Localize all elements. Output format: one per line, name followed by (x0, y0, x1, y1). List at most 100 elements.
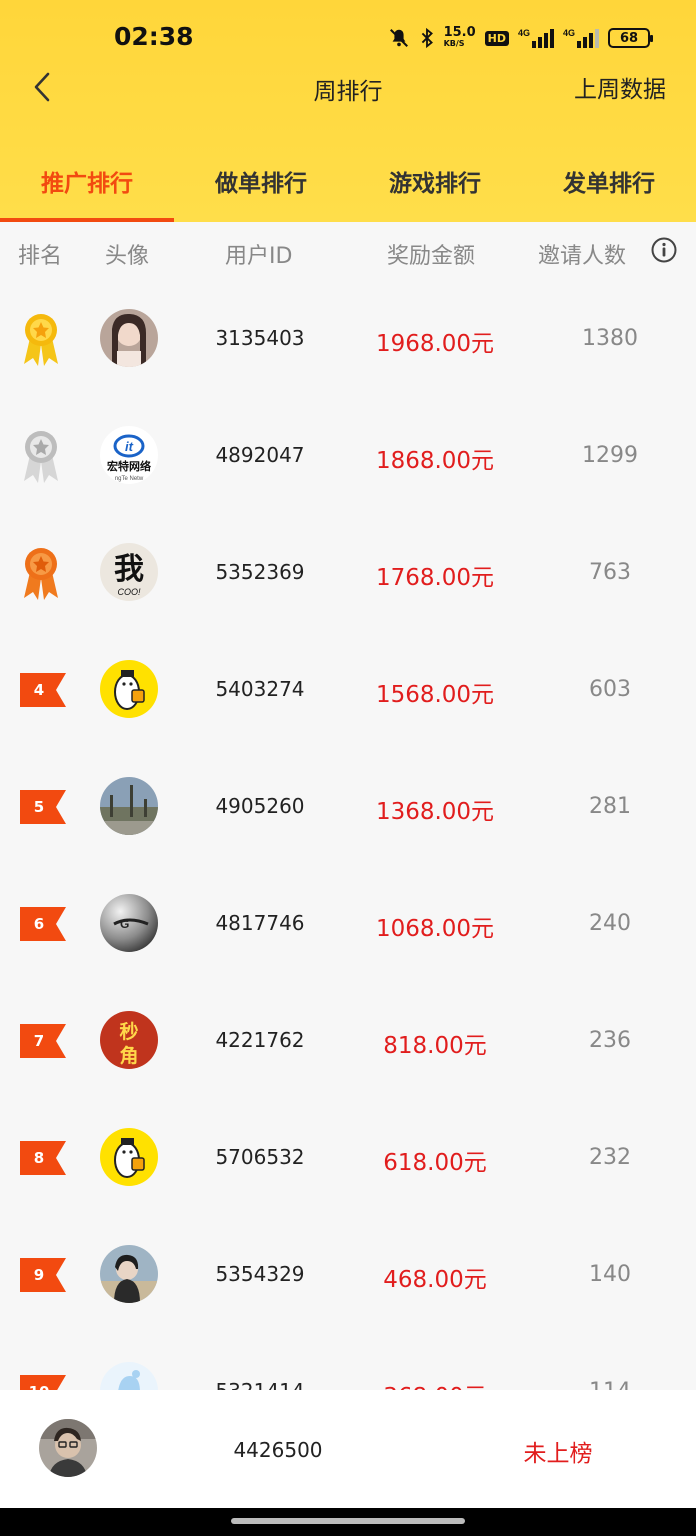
reward-amount: 618.00元 (383, 1150, 487, 1176)
tab-promotion-ranking[interactable]: 推广排行 (0, 140, 174, 222)
status-time: 02:38 (114, 22, 194, 51)
invite-count: 281 (589, 794, 631, 819)
rank-number: 4 (33, 681, 45, 699)
user-id: 4905260 (215, 794, 305, 818)
my-avatar[interactable] (39, 1419, 97, 1477)
nav-bar: 周排行 上周数据 (0, 60, 696, 116)
reward-amount: 818.00元 (383, 1033, 487, 1059)
svg-text:G: G (120, 917, 129, 931)
bluetooth-icon (419, 27, 435, 49)
home-gesture-handle[interactable] (231, 1518, 465, 1524)
svg-text:4G: 4G (518, 28, 530, 38)
last-week-data-link[interactable]: 上周数据 (574, 70, 666, 104)
rank-number: 6 (33, 915, 45, 933)
my-rank-bar: 4426500 未上榜 (0, 1390, 696, 1508)
ranking-row[interactable]: 4 5403274 1568.00元 603 (0, 631, 696, 747)
net-speed-value: 15.0 (443, 25, 476, 40)
avatar[interactable] (100, 660, 158, 718)
column-invites: 邀请人数 (538, 244, 627, 269)
net-speed: 15.0 KB/S (443, 25, 476, 49)
ranking-row[interactable]: 10 5321414 368.00元 114 (0, 1333, 696, 1390)
column-reward: 奖励金额 (387, 244, 476, 269)
tab-publish-ranking[interactable]: 发单排行 (522, 140, 696, 222)
invite-count: 236 (589, 1028, 631, 1053)
ranking-row[interactable]: 我 COO! 5352369 1768.00元 763 (0, 514, 696, 630)
status-icons: 15.0 KB/S HD 4G 4G 68 (388, 24, 653, 52)
user-id: 5321414 (190, 1379, 330, 1390)
column-header: 排名 头像 用户ID 奖励金额 邀请人数 (0, 222, 696, 280)
signal-icon-2: 4G (563, 27, 599, 49)
svg-text:秒: 秒 (119, 1020, 138, 1043)
hd-badge: HD (484, 30, 509, 46)
reward-amount: 368.00元 (350, 1377, 520, 1390)
silver-medal-icon (18, 425, 64, 485)
tab-game-ranking[interactable]: 游戏排行 (348, 140, 522, 222)
invite-count: 1299 (582, 443, 638, 468)
svg-text:it: it (125, 439, 134, 454)
ranking-list[interactable]: 3135403 1968.00元 1380 it 宏特网络 ngTe Netw 48… (0, 280, 696, 1390)
avatar[interactable]: it 宏特网络 ngTe Netw (100, 426, 158, 484)
reward-amount: 1768.00元 (375, 565, 495, 591)
user-id: 4221762 (215, 1028, 305, 1052)
ranking-row[interactable]: 5 4905260 1368.00元 281 (0, 748, 696, 864)
user-id: 3135403 (215, 326, 305, 350)
avatar[interactable] (100, 777, 158, 835)
svg-text:角: 角 (119, 1044, 138, 1067)
reward-amount: 1068.00元 (375, 916, 495, 942)
avatar[interactable]: 我 COO! (100, 543, 158, 601)
info-icon[interactable] (651, 237, 677, 263)
rank-number: 7 (33, 1032, 45, 1050)
ranking-row[interactable]: 7 秒角 4221762 818.00元 236 (0, 982, 696, 1098)
column-avatar: 头像 (105, 244, 150, 269)
my-rank-status: 未上榜 (523, 1441, 593, 1467)
ranking-row[interactable]: 8 5706532 618.00元 232 (0, 1099, 696, 1215)
svg-text:我: 我 (114, 552, 144, 587)
ranking-row[interactable]: 9 5354329 468.00元 140 (0, 1216, 696, 1332)
ranking-row[interactable]: 6 G 4817746 1068.00元 240 (0, 865, 696, 981)
net-speed-unit: KB/S (443, 39, 465, 48)
reward-amount: 468.00元 (383, 1267, 487, 1293)
reward-amount: 1568.00元 (375, 682, 495, 708)
reward-amount: 1968.00元 (375, 331, 495, 357)
invite-count: 114 (560, 1379, 660, 1390)
user-id: 5352369 (215, 560, 305, 584)
svg-text:4G: 4G (563, 28, 575, 38)
svg-text:ngTe Netw: ngTe Netw (115, 476, 144, 482)
invite-count: 603 (589, 677, 631, 702)
avatar[interactable] (100, 1128, 158, 1186)
user-id: 5706532 (215, 1145, 305, 1169)
avatar[interactable] (100, 1362, 158, 1390)
gold-medal-icon (18, 308, 64, 368)
invite-count: 763 (589, 560, 631, 585)
ranking-tabs: 推广排行 做单排行 游戏排行 发单排行 (0, 140, 696, 222)
column-user-id: 用户ID (225, 244, 293, 269)
my-user-id: 4426500 (233, 1438, 323, 1462)
rank-number: 8 (33, 1149, 45, 1167)
svg-text:COO!: COO! (117, 587, 141, 597)
avatar[interactable]: G (100, 894, 158, 952)
rank-number: 9 (33, 1266, 45, 1284)
ranking-row[interactable]: 3135403 1968.00元 1380 (0, 280, 696, 396)
rank-number: 10 (20, 1373, 58, 1390)
user-id: 5354329 (215, 1262, 305, 1286)
mute-bell-icon (388, 27, 410, 49)
header: 02:38 15.0 KB/S HD 4G 4G 68 周排行 上周数据 推广排… (0, 0, 696, 222)
ranking-row[interactable]: it 宏特网络 ngTe Netw 4892047 1868.00元 1299 (0, 397, 696, 513)
user-id: 5403274 (215, 677, 305, 701)
bronze-medal-icon (18, 542, 64, 602)
tab-order-ranking[interactable]: 做单排行 (174, 140, 348, 222)
column-rank: 排名 (18, 244, 63, 269)
signal-icon: 4G (518, 27, 554, 49)
avatar[interactable]: 秒角 (100, 1011, 158, 1069)
invite-count: 232 (589, 1145, 631, 1170)
gesture-bar (0, 1508, 696, 1536)
svg-text:宏特网络: 宏特网络 (107, 459, 151, 473)
battery-icon: 68 (608, 28, 653, 48)
reward-amount: 1368.00元 (375, 799, 495, 825)
user-id: 4817746 (215, 911, 305, 935)
invite-count: 240 (589, 911, 631, 936)
avatar[interactable] (100, 309, 158, 367)
reward-amount: 1868.00元 (375, 448, 495, 474)
avatar[interactable] (100, 1245, 158, 1303)
invite-count: 140 (589, 1262, 631, 1287)
